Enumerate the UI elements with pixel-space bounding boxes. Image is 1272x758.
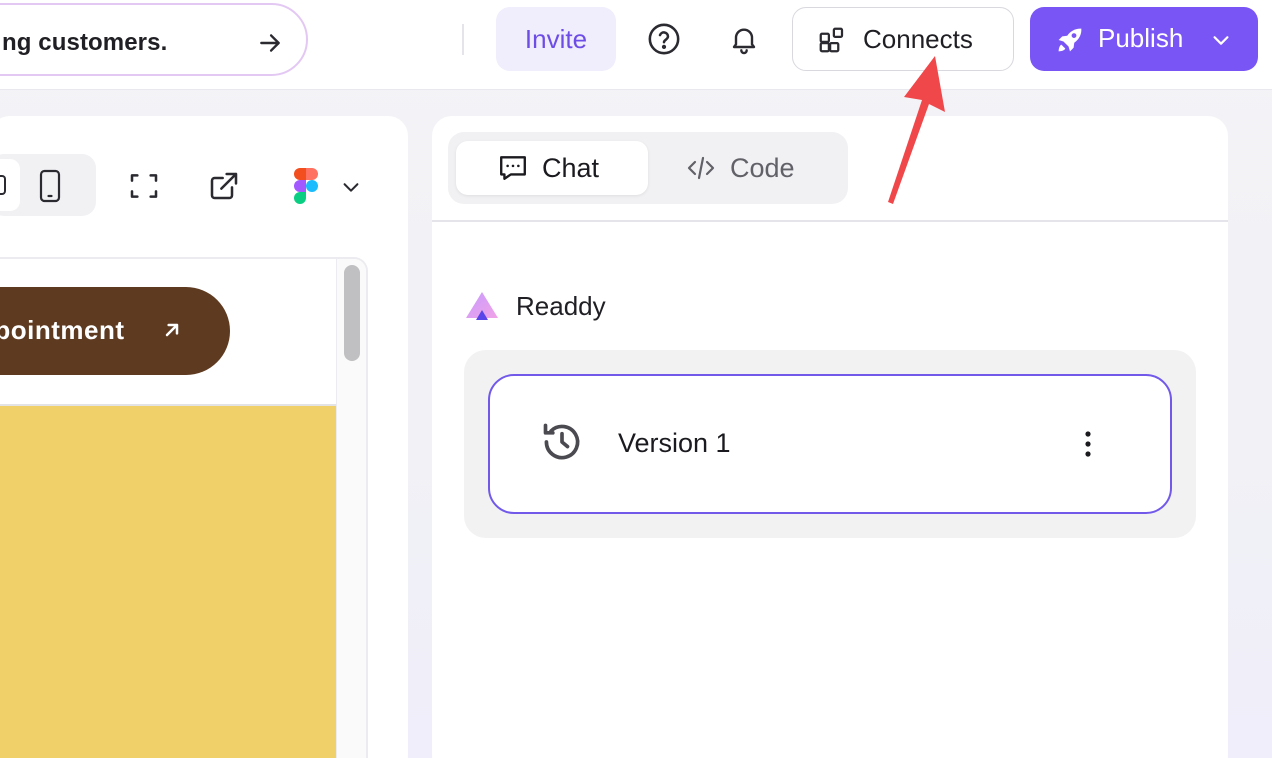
history-icon [543,423,580,460]
toolbar-divider [462,24,464,55]
assistant-name: Readdy [516,291,606,321]
preview-scrollbar[interactable] [336,259,366,758]
top-bar: ng customers. Invite Connects Publish [0,0,1272,90]
arrow-up-right-icon [165,323,179,337]
notifications-button[interactable] [726,20,762,58]
appointment-label: ppointment [0,315,125,345]
website-preview: ppointment [0,257,368,758]
connects-grid-icon [819,27,844,53]
version-label: Version 1 [618,428,731,458]
chevron-down-icon[interactable] [340,176,362,198]
mobile-icon[interactable] [38,169,62,203]
preview-hero-section [0,404,336,758]
figma-icon[interactable] [294,168,318,204]
tab-code-label: Code [730,153,795,183]
desktop-icon [0,175,6,195]
version-card[interactable]: Version 1 [488,374,1172,514]
tab-code[interactable]: Code [654,141,840,195]
code-icon [687,156,715,180]
help-circle-icon [648,23,680,55]
chat-panel: Chat Code Readdy Version 1 [432,116,1228,758]
panel-divider [432,220,1228,222]
connects-button[interactable]: Connects [792,7,1014,71]
scrollbar-thumb[interactable] [344,265,360,361]
prompt-input[interactable]: ng customers. [0,3,308,76]
publish-button[interactable]: Publish [1030,7,1258,71]
version-container: Version 1 [464,350,1196,538]
tab-chat[interactable]: Chat [456,141,648,195]
more-vertical-icon[interactable] [1076,428,1100,460]
chevron-down-icon[interactable] [1210,29,1232,51]
chat-bubble-icon [500,156,526,180]
publish-label: Publish [1098,23,1184,53]
external-link-icon[interactable] [208,170,240,202]
help-button[interactable] [646,20,682,58]
fullscreen-icon[interactable] [128,170,160,202]
desktop-view-button[interactable] [0,159,20,211]
device-toggle [0,154,96,216]
appointment-button[interactable]: ppointment [0,287,230,375]
preview-panel: ppointment [0,116,408,758]
tab-chat-label: Chat [542,153,600,183]
prompt-text: ng customers. [2,29,168,56]
readdy-logo-icon [466,292,498,320]
rocket-icon [1058,28,1082,52]
panel-tabs: Chat Code [448,132,848,204]
bell-icon [732,28,756,55]
arrow-right-icon[interactable] [257,30,283,56]
invite-button[interactable]: Invite [496,7,616,71]
connects-label: Connects [863,24,973,54]
